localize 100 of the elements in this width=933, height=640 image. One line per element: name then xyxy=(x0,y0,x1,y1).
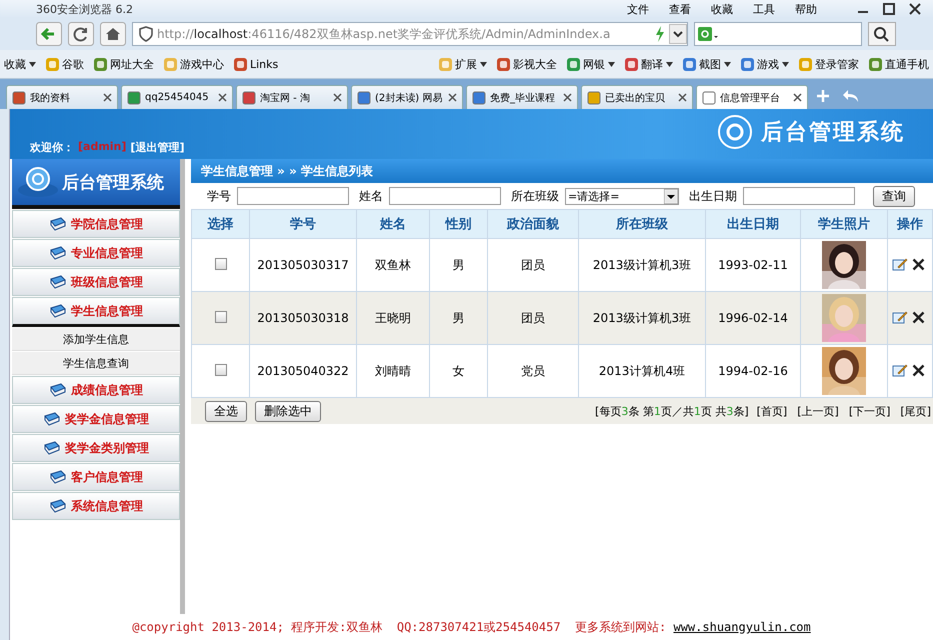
close-icon[interactable] xyxy=(103,93,112,102)
edit-icon[interactable] xyxy=(892,362,908,376)
input-field[interactable] xyxy=(389,187,501,205)
toolbar-link[interactable]: 登录管家 xyxy=(799,56,859,72)
delete-icon[interactable] xyxy=(912,364,924,376)
menu-header[interactable]: 奖学金信息管理 xyxy=(12,405,180,433)
menu-header[interactable]: 学生信息管理 xyxy=(12,297,180,327)
toolbar-link[interactable]: 翻译 xyxy=(625,56,673,72)
table-cell: 王晓明 xyxy=(375,310,411,324)
close-icon[interactable] xyxy=(793,93,802,102)
menu-header[interactable]: 成绩信息管理 xyxy=(12,376,180,404)
search-field[interactable] xyxy=(694,22,862,46)
close-icon[interactable] xyxy=(218,93,227,102)
browser-tab[interactable]: 我的资料 xyxy=(6,85,118,109)
menu-item[interactable]: 收藏 xyxy=(711,2,733,16)
browser-tab[interactable]: 免费_毕业课程 xyxy=(466,85,578,109)
column-header: 学生照片 xyxy=(800,210,888,238)
browser-tab[interactable]: 淘宝网 - 淘 xyxy=(236,85,348,109)
browser-tab[interactable]: (2封未读) 网易 xyxy=(351,85,463,109)
input-field[interactable] xyxy=(237,187,349,205)
pager-link[interactable]: [下一页] xyxy=(848,404,890,418)
browser-tab[interactable]: qq25454045 xyxy=(121,85,233,109)
toolbar-icon xyxy=(683,58,696,70)
dropdown-icon xyxy=(664,188,678,204)
bookmark-link[interactable]: 游戏中心 xyxy=(164,56,224,72)
toolbar-link[interactable]: 直通手机 xyxy=(869,56,929,72)
menu-header[interactable]: 专业信息管理 xyxy=(12,239,180,267)
book-icon xyxy=(49,275,67,289)
logo-icon xyxy=(16,166,60,198)
table-cell: 201305040322 xyxy=(257,364,349,378)
pager-link[interactable]: [上一页] xyxy=(797,404,839,418)
website-link[interactable]: www.shuangyulin.com xyxy=(673,620,811,634)
logout-link[interactable]: [退出管理] xyxy=(130,140,184,155)
toolbar-icon xyxy=(799,58,812,70)
page-icon xyxy=(702,90,716,104)
bookmark-link[interactable]: 网址大全 xyxy=(94,56,154,72)
delete-icon[interactable] xyxy=(912,310,924,324)
toolbar-link[interactable]: 影视大全 xyxy=(497,56,557,72)
home-icon[interactable] xyxy=(100,22,126,46)
page-icon xyxy=(587,90,601,104)
row-checkbox[interactable] xyxy=(214,258,226,270)
submenu-item[interactable]: 添加学生信息 xyxy=(12,328,180,351)
menu-item[interactable]: 文件 xyxy=(627,2,649,16)
input-field[interactable] xyxy=(743,187,855,205)
page-icon xyxy=(472,90,486,104)
close-icon[interactable] xyxy=(563,93,572,102)
menu-header[interactable]: 奖学金类别管理 xyxy=(12,434,180,462)
search-button[interactable]: 查询 xyxy=(873,186,915,206)
action-button[interactable]: 全选 xyxy=(205,400,247,422)
row-checkbox[interactable] xyxy=(214,310,226,322)
column-header: 选择 xyxy=(192,210,250,238)
menu-item[interactable]: 查看 xyxy=(669,2,691,16)
action-button[interactable]: 删除选中 xyxy=(255,400,321,422)
menu-item[interactable]: 工具 xyxy=(753,2,775,16)
book-icon xyxy=(43,412,61,426)
bookmark-link[interactable]: Links xyxy=(234,56,278,72)
row-checkbox[interactable] xyxy=(214,364,226,376)
toolbar-link[interactable]: 截图 xyxy=(683,56,731,72)
close-icon[interactable] xyxy=(909,3,921,15)
toolbar-link[interactable]: 扩展 xyxy=(439,56,487,72)
bookmark-link[interactable]: 谷歌 xyxy=(46,56,84,72)
browser-tab[interactable]: 信息管理平台 xyxy=(696,85,808,109)
menu-header[interactable]: 学院信息管理 xyxy=(12,210,180,238)
close-icon[interactable] xyxy=(448,93,457,102)
caret-icon xyxy=(782,62,789,66)
table-cell: 男 xyxy=(452,310,464,324)
delete-icon[interactable] xyxy=(912,258,924,270)
table-cell: 2013计算机4班 xyxy=(598,364,686,378)
page-icon xyxy=(242,90,256,104)
table-cell: 2013级计算机3班 xyxy=(592,258,692,272)
pager-info: [每页3条 第1页／共1页 共3条] xyxy=(595,404,749,418)
dropdown-icon[interactable] xyxy=(669,24,687,44)
search-engine-icon[interactable] xyxy=(698,26,720,42)
close-icon[interactable] xyxy=(333,93,342,102)
copyright-text: @copyright 2013-2014; 程序开发:双鱼林 QQ:287307421或254540457 更多系统到网站: xyxy=(132,618,668,636)
class-select[interactable]: =请选择= xyxy=(565,188,679,204)
menu-item[interactable]: 帮助 xyxy=(795,2,817,16)
maximize-icon[interactable] xyxy=(883,3,895,15)
field-label: 学号 xyxy=(207,188,231,204)
pager-link[interactable]: [尾页] xyxy=(900,404,931,418)
toolbar-link[interactable]: 网银 xyxy=(567,56,615,72)
refresh-icon[interactable] xyxy=(68,22,94,46)
browser-title: 360安全浏览器 6.2 xyxy=(36,2,134,16)
menu-header[interactable]: 班级信息管理 xyxy=(12,268,180,296)
system-title: 后台管理系统 xyxy=(761,119,905,147)
edit-icon[interactable] xyxy=(892,310,908,324)
menu-header[interactable]: 客户信息管理 xyxy=(12,463,180,491)
edit-icon[interactable] xyxy=(892,256,908,270)
column-header: 政治面貌 xyxy=(488,210,578,238)
close-icon[interactable] xyxy=(678,93,687,102)
search-icon[interactable] xyxy=(868,22,896,46)
back-icon[interactable] xyxy=(36,22,62,46)
table-cell: 女 xyxy=(452,364,464,378)
browser-tab[interactable]: 已卖出的宝贝 xyxy=(581,85,693,109)
toolbar-link[interactable]: 游戏 xyxy=(741,56,789,72)
pager-link[interactable]: [首页] xyxy=(756,404,788,418)
bookmark-link[interactable]: 收藏 xyxy=(4,56,36,72)
submenu-item[interactable]: 学生信息查询 xyxy=(12,352,180,375)
table-cell: 1994-02-16 xyxy=(718,364,788,378)
menu-header[interactable]: 系统信息管理 xyxy=(12,492,180,520)
